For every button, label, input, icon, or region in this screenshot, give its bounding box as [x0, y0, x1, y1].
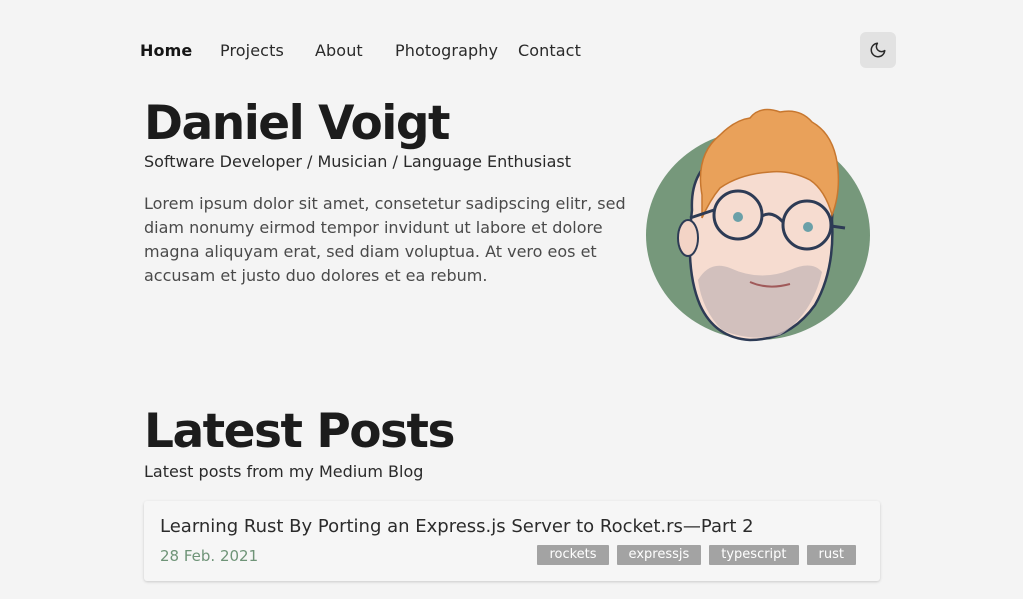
- tag[interactable]: expressjs: [616, 545, 702, 565]
- posts-subtitle: Latest posts from my Medium Blog: [144, 462, 424, 481]
- moon-icon: [870, 42, 886, 58]
- nav-home[interactable]: Home: [140, 41, 220, 60]
- tag[interactable]: rust: [806, 545, 856, 565]
- hero-intro: Lorem ipsum dolor sit amet, consetetur s…: [144, 194, 626, 285]
- post-card[interactable]: Learning Rust By Porting an Express.js S…: [144, 501, 880, 581]
- post-tags: rockets expressjs typescript rust: [537, 545, 856, 565]
- hero-subtitle: Software Developer / Musician / Language…: [144, 152, 571, 171]
- post-title[interactable]: Learning Rust By Porting an Express.js S…: [160, 516, 754, 537]
- theme-toggle-button[interactable]: [860, 32, 896, 68]
- nav-photography[interactable]: Photography: [395, 41, 518, 60]
- avatar: [646, 108, 870, 342]
- main-nav: Home Projects About Photography Contact: [140, 38, 581, 62]
- posts-title: Latest Posts: [144, 404, 455, 459]
- post-date: 28 Feb. 2021: [160, 547, 259, 565]
- page: Home Projects About Photography Contact …: [0, 0, 1023, 599]
- nav-contact[interactable]: Contact: [518, 41, 581, 60]
- nav-projects[interactable]: Projects: [220, 41, 315, 60]
- tag[interactable]: typescript: [709, 545, 799, 565]
- hero-name: Daniel Voigt: [144, 96, 450, 151]
- tag[interactable]: rockets: [537, 545, 609, 565]
- nav-about[interactable]: About: [315, 41, 395, 60]
